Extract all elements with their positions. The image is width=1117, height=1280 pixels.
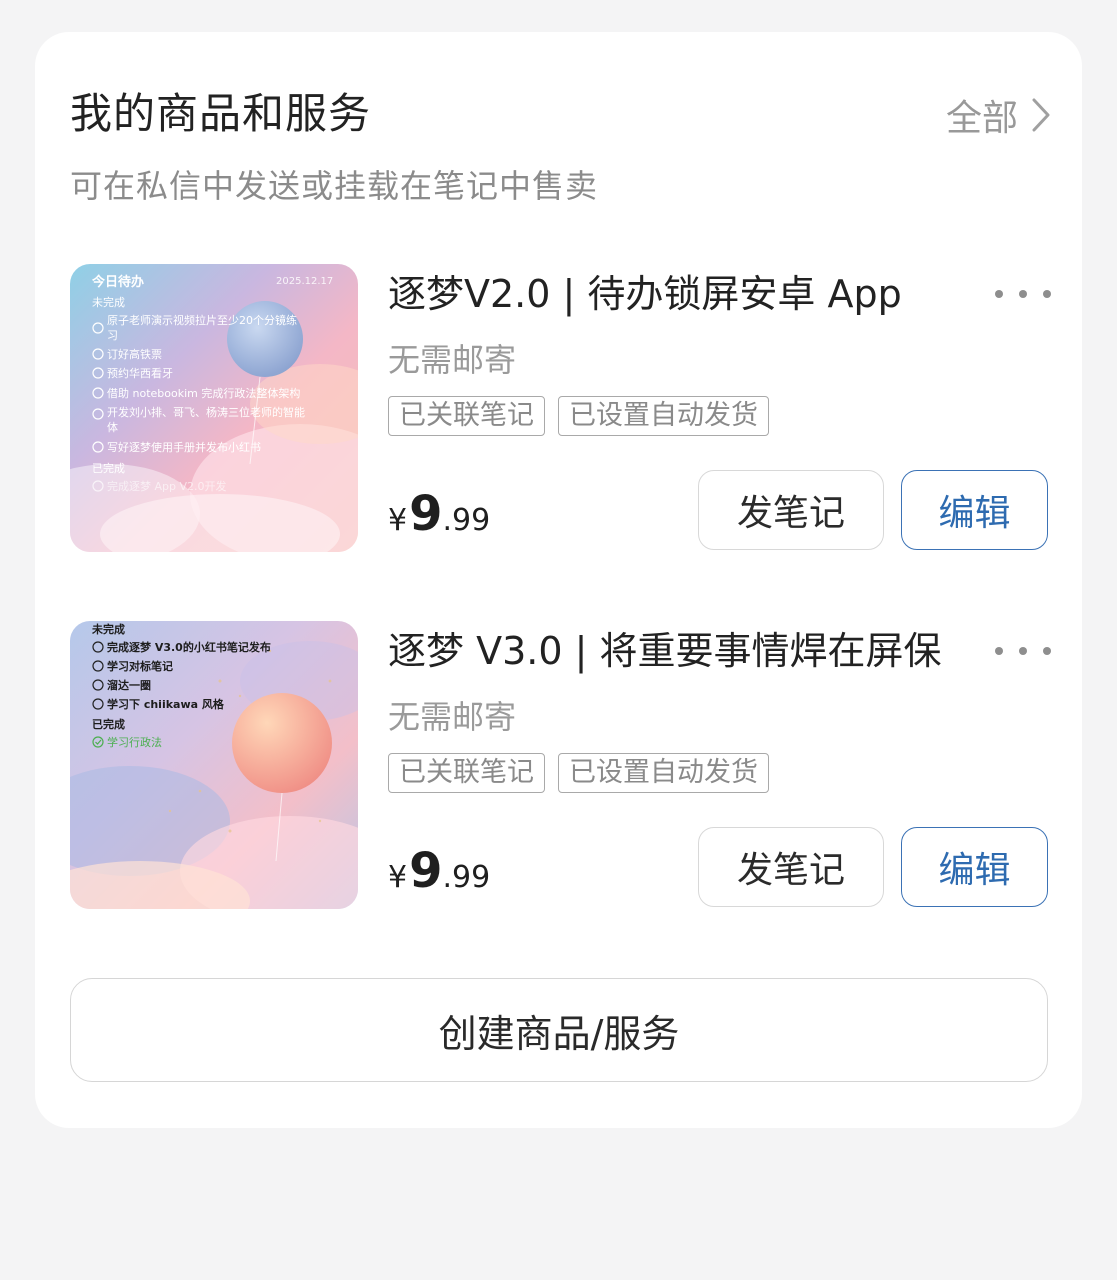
todo-item: 预约华西看牙 xyxy=(107,366,173,380)
tag-auto-delivery: 已设置自动发货 xyxy=(558,753,769,793)
product-thumbnail[interactable]: 未完成 完成逐梦 V3.0的小红书笔记发布 学习对标笔记 溜达一圈 学习下 ch… xyxy=(70,621,358,909)
thumbnail-image: 未完成 完成逐梦 V3.0的小红书笔记发布 学习对标笔记 溜达一圈 学习下 ch… xyxy=(70,621,358,909)
shipping-info: 无需邮寄 xyxy=(388,698,517,736)
product-item: 今日待办 2025.12.17 未完成 原子老师演示视频拉片至少20个分镜练 习… xyxy=(70,264,1051,554)
view-all-label: 全部 xyxy=(945,98,1018,139)
tag-linked-note: 已关联笔记 xyxy=(388,396,545,436)
tag-auto-delivery: 已设置自动发货 xyxy=(558,396,769,436)
product-price: ¥ 9 .99 xyxy=(388,843,490,899)
todo-done-item: 学习行政法 xyxy=(107,735,162,749)
products-services-card: 我的商品和服务 全部 可在私信中发送或挂载在笔记中售卖 今日待办 2025.12… xyxy=(35,32,1082,1128)
price-decimal: .99 xyxy=(442,503,491,538)
product-thumbnail[interactable]: 今日待办 2025.12.17 未完成 原子老师演示视频拉片至少20个分镜练 习… xyxy=(70,264,358,552)
todo-item: 溜达一圈 xyxy=(107,678,151,692)
price-decimal: .99 xyxy=(442,860,491,895)
todo-pending-label: 未完成 xyxy=(92,295,125,309)
todo-item: 体 xyxy=(107,420,118,434)
thumbnail-image: 今日待办 2025.12.17 未完成 原子老师演示视频拉片至少20个分镜练 习… xyxy=(70,264,358,552)
price-integer: 9 xyxy=(409,843,443,899)
todo-item: 原子老师演示视频拉片至少20个分镜练 xyxy=(107,313,297,327)
todo-item: 完成逐梦 V3.0的小红书笔记发布 xyxy=(107,640,271,654)
tag-linked-note: 已关联笔记 xyxy=(388,753,545,793)
edit-button[interactable]: 编辑 xyxy=(901,470,1048,550)
todo-item: 开发刘小排、哥飞、杨涛三位老师的智能 xyxy=(107,405,305,419)
todo-pending-label: 未完成 xyxy=(91,622,125,636)
todo-done-item: 完成逐梦 App V2.0开发 xyxy=(107,479,227,493)
price-integer: 9 xyxy=(409,486,443,542)
post-note-button[interactable]: 发笔记 xyxy=(698,470,884,550)
todo-item: 订好高铁票 xyxy=(107,347,162,361)
product-price: ¥ 9 .99 xyxy=(388,486,490,542)
view-all-link[interactable]: 全部 xyxy=(946,90,1050,140)
todo-item: 写好逐梦使用手册并发布小红书 xyxy=(107,440,261,454)
todo-done-label: 已完成 xyxy=(92,461,125,475)
product-tags: 已关联笔记 已设置自动发货 xyxy=(388,753,769,793)
section-subtitle: 可在私信中发送或挂载在笔记中售卖 xyxy=(70,167,599,205)
todo-item: 学习对标笔记 xyxy=(107,659,173,673)
todo-done-label: 已完成 xyxy=(92,717,125,731)
todo-date: 2025.12.17 xyxy=(276,276,333,287)
more-dots-icon[interactable] xyxy=(995,639,1051,663)
todo-header: 今日待办 xyxy=(91,274,144,290)
post-note-button[interactable]: 发笔记 xyxy=(698,827,884,907)
edit-button[interactable]: 编辑 xyxy=(901,827,1048,907)
todo-item: 习 xyxy=(107,329,118,342)
todo-item: 借助 notebookim 完成行政法整体架构 xyxy=(107,386,300,400)
todo-item: 学习下 chiikawa 风格 xyxy=(107,697,225,711)
product-title[interactable]: 逐梦V2.0 | 待办锁屏安卓 App xyxy=(388,266,968,322)
product-title[interactable]: 逐梦 V3.0 | 将重要事情焊在屏保 xyxy=(388,623,968,679)
section-title: 我的商品和服务 xyxy=(70,89,372,138)
price-currency: ¥ xyxy=(388,503,408,538)
chevron-right-icon xyxy=(1032,98,1050,132)
more-dots-icon[interactable] xyxy=(995,282,1051,306)
product-tags: 已关联笔记 已设置自动发货 xyxy=(388,396,769,436)
create-product-button[interactable]: 创建商品/服务 xyxy=(70,978,1048,1082)
shipping-info: 无需邮寄 xyxy=(388,341,517,379)
product-item: 未完成 完成逐梦 V3.0的小红书笔记发布 学习对标笔记 溜达一圈 学习下 ch… xyxy=(70,621,1051,911)
price-currency: ¥ xyxy=(388,860,408,895)
